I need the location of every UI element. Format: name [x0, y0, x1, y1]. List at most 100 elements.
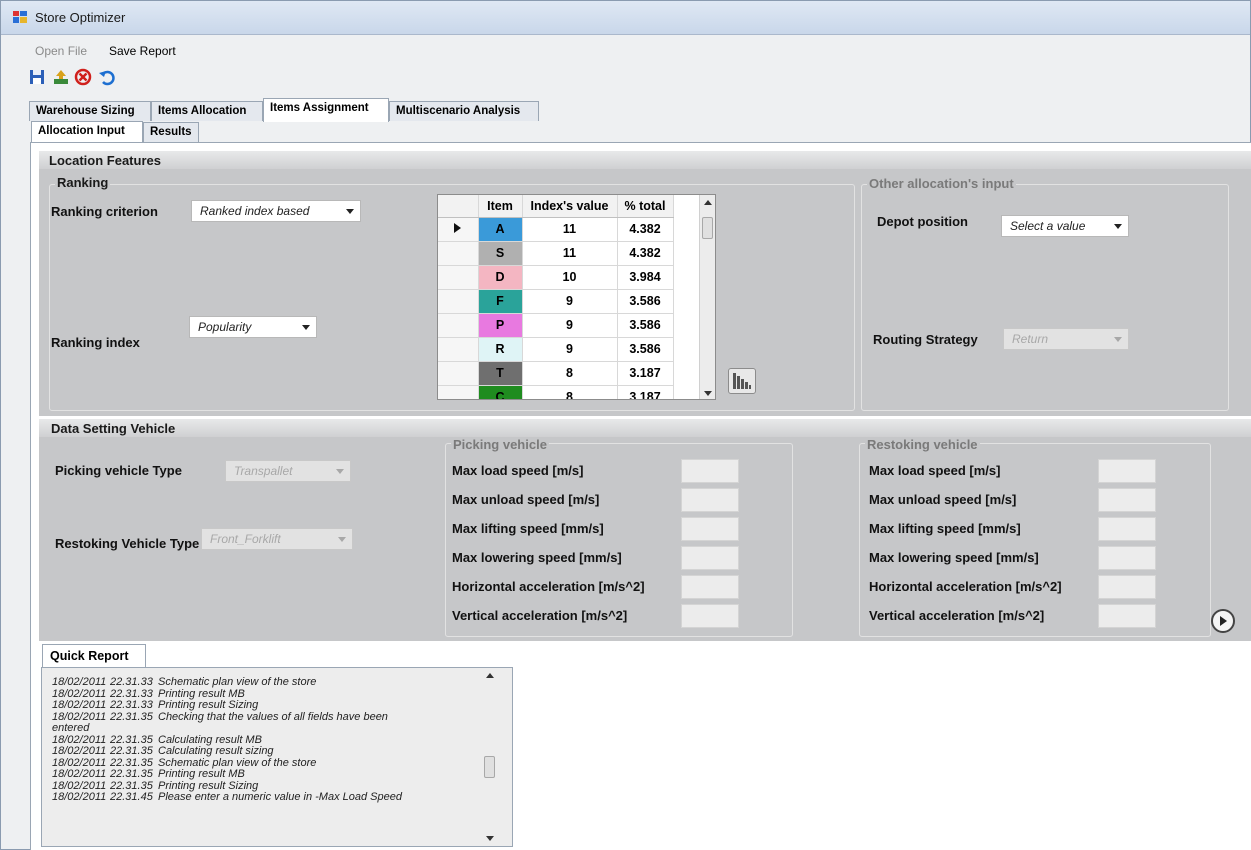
- restoking-field-input[interactable]: [1098, 488, 1156, 512]
- pct-total-cell[interactable]: 3.187: [617, 361, 674, 386]
- item-cell[interactable]: P: [478, 313, 523, 338]
- tab-items-assignment[interactable]: Items Assignment: [263, 98, 389, 122]
- table-row[interactable]: S 11 4.382: [438, 241, 674, 266]
- index-value-cell[interactable]: 9: [522, 337, 618, 362]
- picking-field-input[interactable]: [681, 459, 739, 483]
- log-message: Printing result MB: [158, 768, 245, 780]
- item-cell[interactable]: C: [478, 385, 523, 399]
- restoking-field-input[interactable]: [1098, 517, 1156, 541]
- stop-icon[interactable]: [73, 67, 93, 87]
- data-setting-vehicle-panel: Data Setting Vehicle Picking vehicle Typ…: [39, 419, 1251, 641]
- index-value-cell[interactable]: 11: [522, 241, 618, 266]
- table-row[interactable]: T 8 3.187: [438, 361, 674, 386]
- row-header[interactable]: [438, 265, 479, 290]
- picking-field-input[interactable]: [681, 546, 739, 570]
- row-header[interactable]: [438, 217, 479, 242]
- picking-field-input[interactable]: [681, 575, 739, 599]
- scroll-up-icon[interactable]: [704, 200, 712, 205]
- restoking-field-input[interactable]: [1098, 604, 1156, 628]
- item-cell[interactable]: R: [478, 337, 523, 362]
- menu-bar: Open File Save Report: [1, 41, 1250, 63]
- tab-warehouse-sizing[interactable]: Warehouse Sizing: [29, 101, 151, 121]
- scroll-thumb[interactable]: [484, 756, 495, 778]
- index-value-cell[interactable]: 8: [522, 361, 618, 386]
- pct-total-cell[interactable]: 4.382: [617, 217, 674, 242]
- index-value-cell[interactable]: 8: [522, 385, 618, 399]
- ranking-criterion-select[interactable]: Ranked index based: [191, 200, 361, 222]
- item-cell[interactable]: S: [478, 241, 523, 266]
- ranking-criterion-value: Ranked index based: [200, 204, 310, 218]
- scroll-up-icon[interactable]: [486, 673, 494, 678]
- restoking-field-input[interactable]: [1098, 459, 1156, 483]
- play-icon: [1220, 616, 1227, 626]
- routing-strategy-value: Return: [1012, 332, 1049, 346]
- histogram-button[interactable]: [728, 368, 756, 394]
- tab-multiscenario-analysis[interactable]: Multiscenario Analysis: [389, 101, 539, 121]
- grid-scrollbar[interactable]: [699, 195, 715, 399]
- row-header[interactable]: [438, 241, 479, 266]
- row-header[interactable]: [438, 385, 479, 399]
- ranking-index-label: Ranking index: [51, 335, 140, 350]
- log-date: 18/02/2011: [52, 699, 107, 711]
- row-header[interactable]: [438, 313, 479, 338]
- pct-total-cell[interactable]: 3.586: [617, 313, 674, 338]
- item-cell[interactable]: A: [478, 217, 523, 242]
- ranking-grid[interactable]: Item Index's value % total A 11 4.382 S 11 4.…: [437, 194, 716, 400]
- row-header[interactable]: [438, 337, 479, 362]
- tab-quick-report[interactable]: Quick Report: [42, 644, 146, 667]
- pct-total-cell[interactable]: 4.382: [617, 241, 674, 266]
- table-row[interactable]: A 11 4.382: [438, 217, 674, 242]
- index-value-cell[interactable]: 11: [522, 217, 618, 242]
- log-scrollbar[interactable]: [482, 668, 498, 846]
- restoking-field-input[interactable]: [1098, 546, 1156, 570]
- restoking-vehicle-type-select[interactable]: Front_Forklift: [201, 528, 353, 550]
- log-time: 22.31.45: [110, 791, 153, 803]
- menu-save-report[interactable]: Save Report: [109, 44, 176, 58]
- tab-allocation-input[interactable]: Allocation Input: [31, 121, 143, 142]
- scroll-down-icon[interactable]: [704, 391, 712, 396]
- log-date: 18/02/2011: [52, 745, 107, 757]
- pct-total-cell[interactable]: 3.984: [617, 265, 674, 290]
- item-cell[interactable]: F: [478, 289, 523, 314]
- table-row[interactable]: C 8 3.187: [438, 385, 674, 399]
- grid-header-pct[interactable]: % total: [617, 195, 674, 218]
- next-button[interactable]: [1211, 609, 1235, 633]
- row-header[interactable]: [438, 361, 479, 386]
- grid-header-value[interactable]: Index's value: [522, 195, 618, 218]
- picking-vehicle-type-select[interactable]: Transpallet: [225, 460, 351, 482]
- location-features-title: Location Features: [49, 153, 161, 168]
- restoking-vehicle-type-value: Front_Forklift: [210, 532, 281, 546]
- depot-position-select[interactable]: Select a value: [1001, 215, 1129, 237]
- depot-position-value: Select a value: [1010, 219, 1086, 233]
- tab-items-allocation[interactable]: Items Allocation: [151, 101, 263, 121]
- picking-field-input[interactable]: [681, 517, 739, 541]
- scroll-thumb[interactable]: [702, 217, 713, 239]
- save-icon[interactable]: [27, 67, 47, 87]
- ranking-index-value: Popularity: [198, 320, 252, 334]
- scroll-down-icon[interactable]: [486, 836, 494, 841]
- table-row[interactable]: F 9 3.586: [438, 289, 674, 314]
- restoking-field-input[interactable]: [1098, 575, 1156, 599]
- table-row[interactable]: R 9 3.586: [438, 337, 674, 362]
- item-cell[interactable]: D: [478, 265, 523, 290]
- picking-field-input[interactable]: [681, 604, 739, 628]
- quick-report-log[interactable]: 18/02/2011 22.31.33 Schematic plan view of…: [41, 667, 513, 847]
- row-header[interactable]: [438, 289, 479, 314]
- table-row[interactable]: P 9 3.586: [438, 313, 674, 338]
- item-cell[interactable]: T: [478, 361, 523, 386]
- index-value-cell[interactable]: 9: [522, 289, 618, 314]
- picking-field-input[interactable]: [681, 488, 739, 512]
- pct-total-cell[interactable]: 3.586: [617, 289, 674, 314]
- index-value-cell[interactable]: 10: [522, 265, 618, 290]
- export-icon[interactable]: [51, 67, 71, 87]
- ranking-index-select[interactable]: Popularity: [189, 316, 317, 338]
- grid-header-item[interactable]: Item: [478, 195, 523, 218]
- pct-total-cell[interactable]: 3.187: [617, 385, 674, 399]
- menu-open-file[interactable]: Open File: [35, 44, 87, 58]
- undo-icon[interactable]: [97, 67, 117, 87]
- tab-results[interactable]: Results: [143, 122, 199, 142]
- routing-strategy-select[interactable]: Return: [1003, 328, 1129, 350]
- table-row[interactable]: D 10 3.984: [438, 265, 674, 290]
- pct-total-cell[interactable]: 3.586: [617, 337, 674, 362]
- index-value-cell[interactable]: 9: [522, 313, 618, 338]
